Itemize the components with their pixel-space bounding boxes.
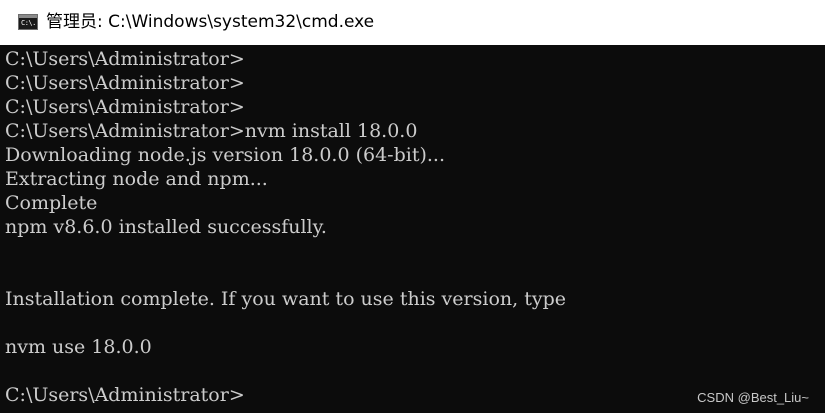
console-line-13: nvm use 18.0.0 <box>5 336 152 358</box>
console-line-7: Complete <box>5 192 98 214</box>
console-line-8: npm v8.6.0 installed successfully. <box>5 216 327 238</box>
console-line-5: Downloading node.js version 18.0.0 (64-b… <box>5 144 445 166</box>
console-line-6: Extracting node and npm... <box>5 168 268 190</box>
cmd-console-icon[interactable]: C:\. <box>18 14 38 30</box>
icon-prompt-text: C:\. <box>21 19 36 27</box>
console-line-4: C:\Users\Administrator>nvm install 18.0.… <box>5 120 418 142</box>
icon-title-strip <box>19 15 37 18</box>
console-line-3: C:\Users\Administrator> <box>5 96 245 118</box>
console-line-11: Installation complete. If you want to us… <box>5 288 566 310</box>
console-output[interactable]: C:\Users\Administrator> C:\Users\Adminis… <box>0 45 825 413</box>
console-line-15: C:\Users\Administrator> <box>5 384 245 406</box>
title-bar[interactable]: C:\. 管理员: C:\Windows\system32\cmd.exe <box>0 0 825 45</box>
console-line-2: C:\Users\Administrator> <box>5 72 245 94</box>
cmd-window: C:\. 管理员: C:\Windows\system32\cmd.exe C:… <box>0 0 825 413</box>
csdn-watermark: CSDN @Best_Liu~ <box>697 390 809 405</box>
console-line-1: C:\Users\Administrator> <box>5 48 245 70</box>
window-title: 管理员: C:\Windows\system32\cmd.exe <box>46 12 375 32</box>
